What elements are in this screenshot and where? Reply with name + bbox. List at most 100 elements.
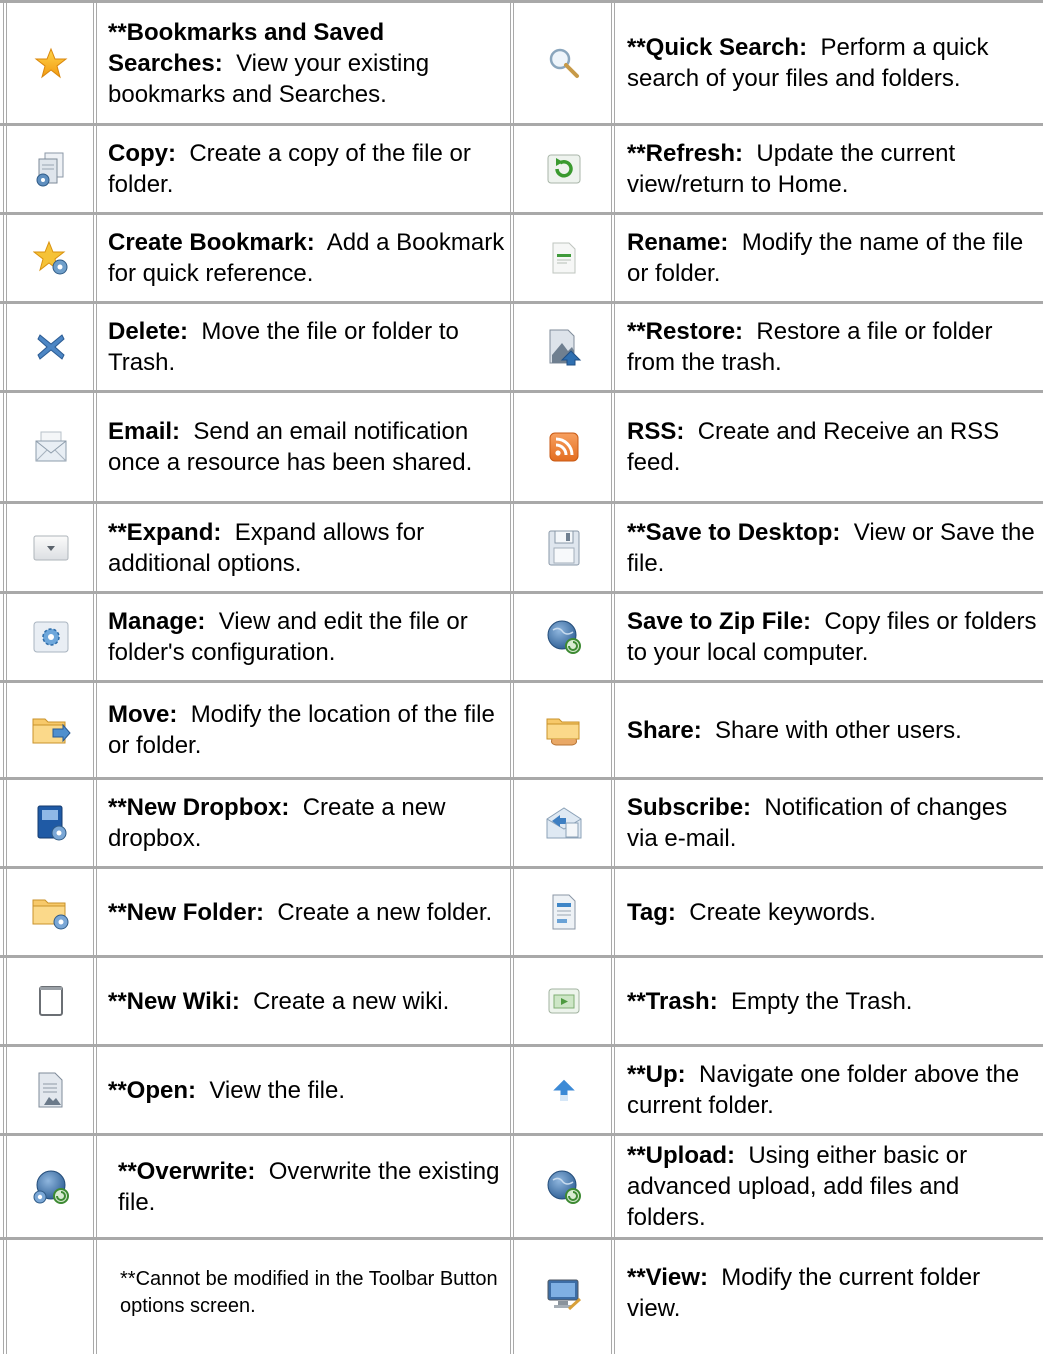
icon-cell	[516, 869, 611, 955]
icon-cell	[8, 1047, 93, 1133]
icon-cell	[516, 780, 611, 866]
button-desc: Share with other users.	[715, 716, 962, 744]
icon-cell	[8, 3, 93, 123]
button-name: Manage:	[108, 608, 206, 635]
icon-cell	[8, 1136, 93, 1237]
button-description: **Save to Desktop: View or Save the file…	[627, 504, 1039, 591]
button-name: Move:	[108, 701, 178, 728]
icon-cell	[516, 683, 611, 777]
button-description: RSS: Create and Receive an RSS feed.	[627, 393, 1039, 501]
save-to-desktop-icon	[548, 530, 579, 565]
icon-cell	[516, 126, 611, 212]
button-description: **New Dropbox: Create a new dropbox.	[108, 780, 508, 866]
new-folder-icon	[32, 899, 68, 930]
column-divider	[510, 0, 514, 1354]
button-name: **Open:	[108, 1076, 197, 1104]
button-name: **New Wiki:	[108, 987, 240, 1015]
button-name: **Quick Search:	[627, 34, 808, 61]
rss-icon	[549, 432, 578, 462]
copy-icon	[36, 152, 63, 187]
button-description: Email: Send an email notification once a…	[108, 393, 508, 501]
button-description: **Refresh: Update the current view/retur…	[627, 126, 1039, 212]
icon-cell	[516, 958, 611, 1044]
email-icon	[35, 431, 66, 462]
button-description: **Quick Search: Perform a quick search o…	[627, 3, 1039, 123]
footnote: **Cannot be modified in the Toolbar Butt…	[108, 1240, 508, 1346]
trash-icon	[548, 988, 579, 1014]
button-name: **Up:	[627, 1061, 686, 1088]
column-divider	[611, 0, 615, 1354]
move-folder-icon	[32, 718, 71, 744]
button-name: Delete:	[108, 318, 189, 345]
button-desc: Create a new wiki.	[253, 987, 450, 1015]
view-monitor-icon	[547, 1279, 581, 1311]
icon-cell	[8, 780, 93, 866]
rename-icon	[552, 242, 575, 274]
button-name: **New Dropbox:	[108, 794, 290, 821]
button-description: Tag: Create keywords.	[627, 869, 1039, 955]
button-description: Delete: Move the file or folder to Trash…	[108, 304, 508, 390]
icon-cell-empty	[8, 1240, 93, 1350]
icon-cell	[8, 869, 93, 955]
icon-cell	[8, 958, 93, 1044]
button-description: Copy: Create a copy of the file or folde…	[108, 126, 508, 212]
button-name: Share:	[627, 716, 702, 744]
button-name: **Upload:	[627, 1142, 735, 1169]
button-description: **Restore: Restore a file or folder from…	[627, 304, 1039, 390]
delete-icon	[36, 334, 65, 360]
new-dropbox-icon	[37, 805, 66, 841]
button-description: Move: Modify the location of the file or…	[108, 683, 508, 777]
star-icon	[34, 47, 67, 79]
button-desc: Navigate one folder above the current fo…	[627, 1061, 1020, 1119]
button-description: Share: Share with other users.	[627, 683, 1039, 777]
button-name: Tag:	[627, 898, 676, 926]
overwrite-globe-icon	[33, 1170, 69, 1204]
footnote-text: **Cannot be modified in the Toolbar Butt…	[120, 1268, 498, 1317]
button-desc: View the file.	[209, 1076, 345, 1104]
tag-icon	[552, 894, 575, 930]
button-name: **Save to Desktop:	[627, 518, 841, 546]
button-description: **Bookmarks and Saved Searches: View you…	[108, 3, 508, 123]
button-description: **Expand: Expand allows for additional o…	[108, 504, 508, 591]
refresh-icon	[547, 154, 580, 184]
icon-cell	[516, 1240, 611, 1350]
button-description: Rename: Modify the name of the file or f…	[627, 215, 1039, 301]
button-description: **View: Modify the current folder view.	[627, 1240, 1039, 1346]
icon-cell	[8, 304, 93, 390]
column-divider	[3, 0, 7, 1354]
button-name: Email:	[108, 418, 181, 445]
button-desc: Create a new folder.	[277, 898, 493, 926]
new-wiki-icon	[38, 986, 63, 1016]
button-description: **Trash: Empty the Trash.	[627, 958, 1039, 1044]
button-description: **Up: Navigate one folder above the curr…	[627, 1047, 1039, 1133]
icon-cell	[8, 126, 93, 212]
icon-cell	[8, 594, 93, 680]
button-name: Copy:	[108, 140, 176, 167]
icon-cell	[8, 683, 93, 777]
magnifier-icon	[549, 48, 579, 78]
button-name: **Expand:	[108, 518, 222, 546]
button-name: **Overwrite:	[118, 1157, 256, 1185]
button-description: **New Folder: Create a new folder.	[108, 869, 508, 955]
icon-cell	[516, 1136, 611, 1237]
button-name: Save to Zip File:	[627, 608, 812, 635]
icon-cell	[8, 393, 93, 501]
icon-cell	[516, 304, 611, 390]
icon-cell	[8, 215, 93, 301]
button-name: **Refresh:	[627, 140, 744, 167]
button-description: Manage: View and edit the file or folder…	[108, 594, 508, 680]
icon-cell	[516, 1047, 611, 1133]
icon-cell	[516, 594, 611, 680]
button-description: Subscribe: Notification of changes via e…	[627, 780, 1039, 866]
button-description: Create Bookmark: Add a Bookmark for quic…	[108, 215, 508, 301]
button-name: **Trash:	[627, 987, 718, 1015]
button-name: Subscribe:	[627, 794, 752, 821]
icon-cell	[516, 504, 611, 591]
restore-icon	[549, 329, 581, 366]
button-name: RSS:	[627, 418, 685, 445]
subscribe-mail-icon	[546, 807, 581, 839]
manage-gear-icon	[33, 621, 68, 653]
save-zip-globe-icon	[547, 620, 581, 654]
open-file-icon	[38, 1072, 62, 1108]
button-description: **New Wiki: Create a new wiki.	[108, 958, 508, 1044]
